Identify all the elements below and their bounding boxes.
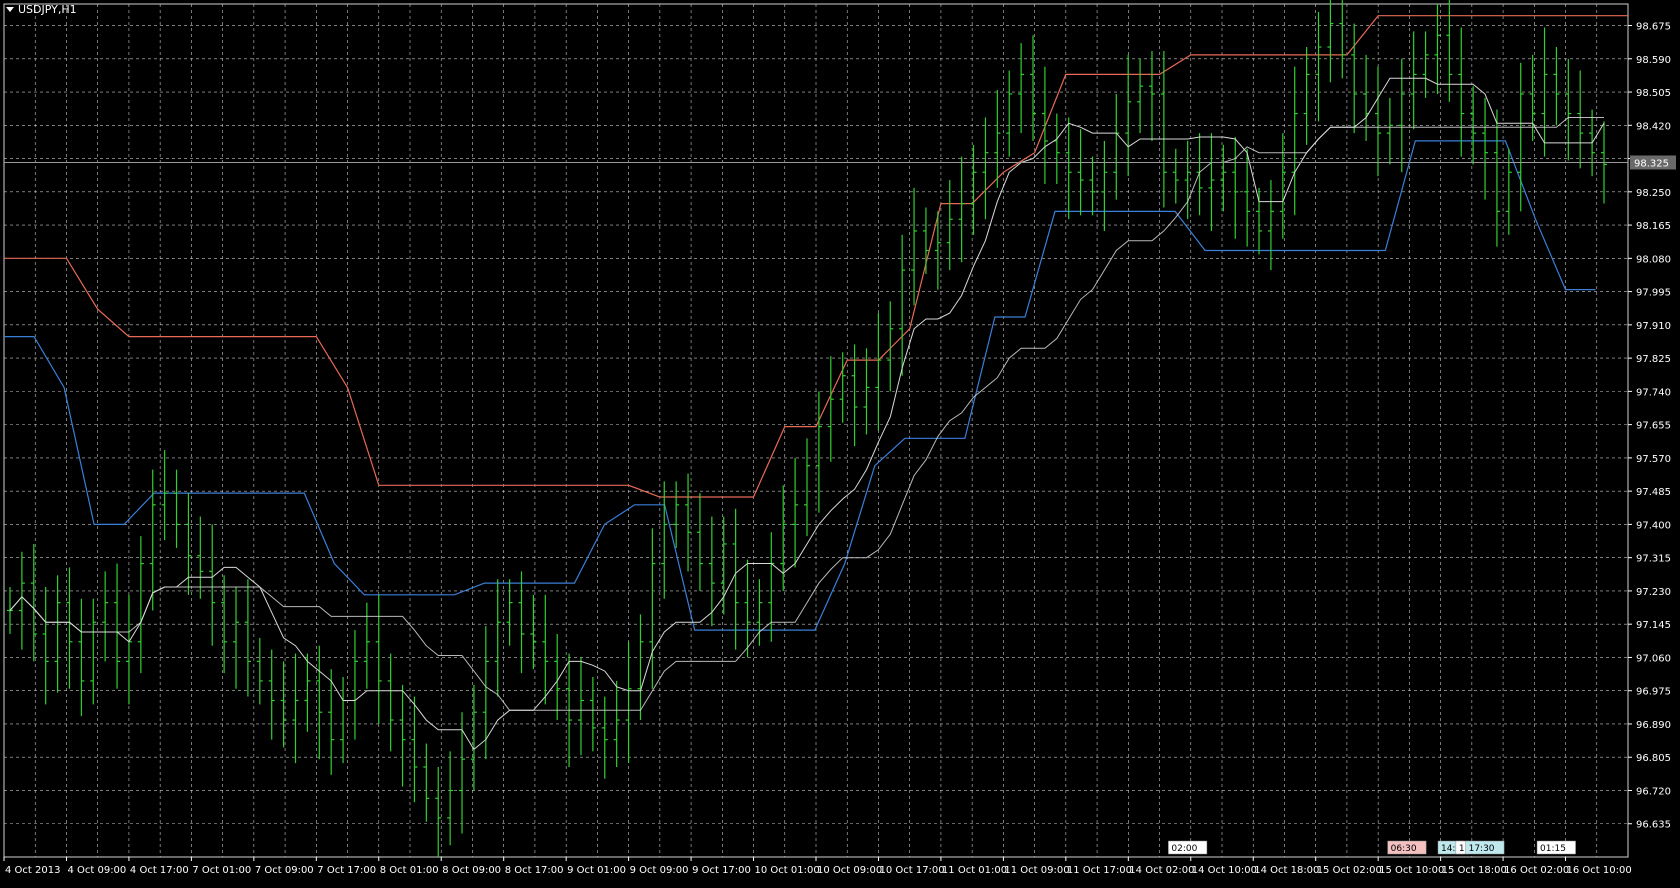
event-marker-label: 17:30 <box>1469 844 1495 854</box>
price-tick-label: 97.230 <box>1636 587 1671 598</box>
price-tick-label: 97.655 <box>1636 421 1671 432</box>
price-tick-label: 97.740 <box>1636 387 1671 398</box>
time-tick-label: 11 Oct 09:00 <box>1004 865 1069 876</box>
price-tick-label: 98.675 <box>1636 22 1671 33</box>
time-tick-label: 15 Oct 02:00 <box>1317 865 1382 876</box>
time-tick-label: 10 Oct 01:00 <box>755 865 820 876</box>
time-tick-label: 8 Oct 09:00 <box>442 865 501 876</box>
event-marker-label: 14: <box>1441 844 1455 854</box>
time-tick-label: 15 Oct 18:00 <box>1442 865 1507 876</box>
time-tick-label: 14 Oct 10:00 <box>1192 865 1257 876</box>
time-tick-label: 4 Oct 17:00 <box>130 865 189 876</box>
price-tick-label: 96.805 <box>1636 753 1671 764</box>
price-tick-label: 96.890 <box>1636 720 1671 731</box>
price-tick-label: 97.400 <box>1636 520 1671 531</box>
chart-window[interactable]: 98.67598.59098.50598.42098.33598.25098.1… <box>0 0 1680 888</box>
price-tick-label: 97.485 <box>1636 487 1671 498</box>
price-tick-label: 98.250 <box>1636 188 1671 199</box>
time-tick-label: 8 Oct 01:00 <box>380 865 439 876</box>
symbol-tab[interactable]: USDJPY,H1 <box>6 3 77 16</box>
time-tick-label: 9 Oct 01:00 <box>567 865 626 876</box>
current-price-label: 98.325 <box>1634 158 1669 169</box>
price-tick-label: 98.590 <box>1636 55 1671 66</box>
triangle-down-icon[interactable] <box>6 7 14 12</box>
time-tick-label: 10 Oct 09:00 <box>817 865 882 876</box>
price-tick-label: 98.080 <box>1636 254 1671 265</box>
tenkan-sen-line <box>9 77 1605 751</box>
event-marker-label: 02:00 <box>1171 844 1197 854</box>
event-marker-label: 1 <box>1459 844 1465 854</box>
price-tick-label: 97.825 <box>1636 354 1671 365</box>
time-tick-label: 16 Oct 02:00 <box>1504 865 1569 876</box>
price-tick-label: 98.505 <box>1636 88 1671 99</box>
time-tick-label: 7 Oct 09:00 <box>255 865 314 876</box>
kijun-sen-line <box>9 117 1604 711</box>
price-chart[interactable]: 98.67598.59098.50598.42098.33598.25098.1… <box>0 0 1680 888</box>
event-marker-label: 06:30 <box>1391 844 1417 854</box>
time-tick-label: 15 Oct 10:00 <box>1379 865 1444 876</box>
time-tick-label: 7 Oct 01:00 <box>192 865 251 876</box>
price-tick-label: 96.720 <box>1636 786 1671 797</box>
time-tick-label: 9 Oct 17:00 <box>692 865 751 876</box>
time-tick-label: 4 Oct 09:00 <box>67 865 126 876</box>
price-tick-label: 97.910 <box>1636 321 1671 332</box>
time-tick-label: 14 Oct 02:00 <box>1129 865 1194 876</box>
price-tick-label: 97.145 <box>1636 620 1671 631</box>
time-tick-label: 8 Oct 17:00 <box>505 865 564 876</box>
price-tick-label: 97.315 <box>1636 554 1671 565</box>
time-tick-label: 14 Oct 18:00 <box>1254 865 1319 876</box>
time-tick-label: 9 Oct 09:00 <box>630 865 689 876</box>
time-tick-label: 4 Oct 2013 <box>5 865 60 876</box>
price-tick-label: 97.060 <box>1636 653 1671 664</box>
price-tick-label: 97.995 <box>1636 288 1671 299</box>
time-tick-label: 11 Oct 17:00 <box>1067 865 1132 876</box>
time-tick-label: 10 Oct 17:00 <box>879 865 944 876</box>
event-marker-label: 01:15 <box>1540 844 1566 854</box>
price-tick-label: 96.635 <box>1636 820 1671 831</box>
symbol-label: USDJPY,H1 <box>18 3 77 16</box>
price-tick-label: 97.570 <box>1636 454 1671 465</box>
price-tick-label: 98.420 <box>1636 121 1671 132</box>
price-tick-label: 96.975 <box>1636 687 1671 698</box>
time-tick-label: 7 Oct 17:00 <box>317 865 376 876</box>
time-tick-label: 16 Oct 10:00 <box>1567 865 1632 876</box>
time-tick-label: 11 Oct 01:00 <box>942 865 1007 876</box>
price-tick-label: 98.165 <box>1636 221 1671 232</box>
